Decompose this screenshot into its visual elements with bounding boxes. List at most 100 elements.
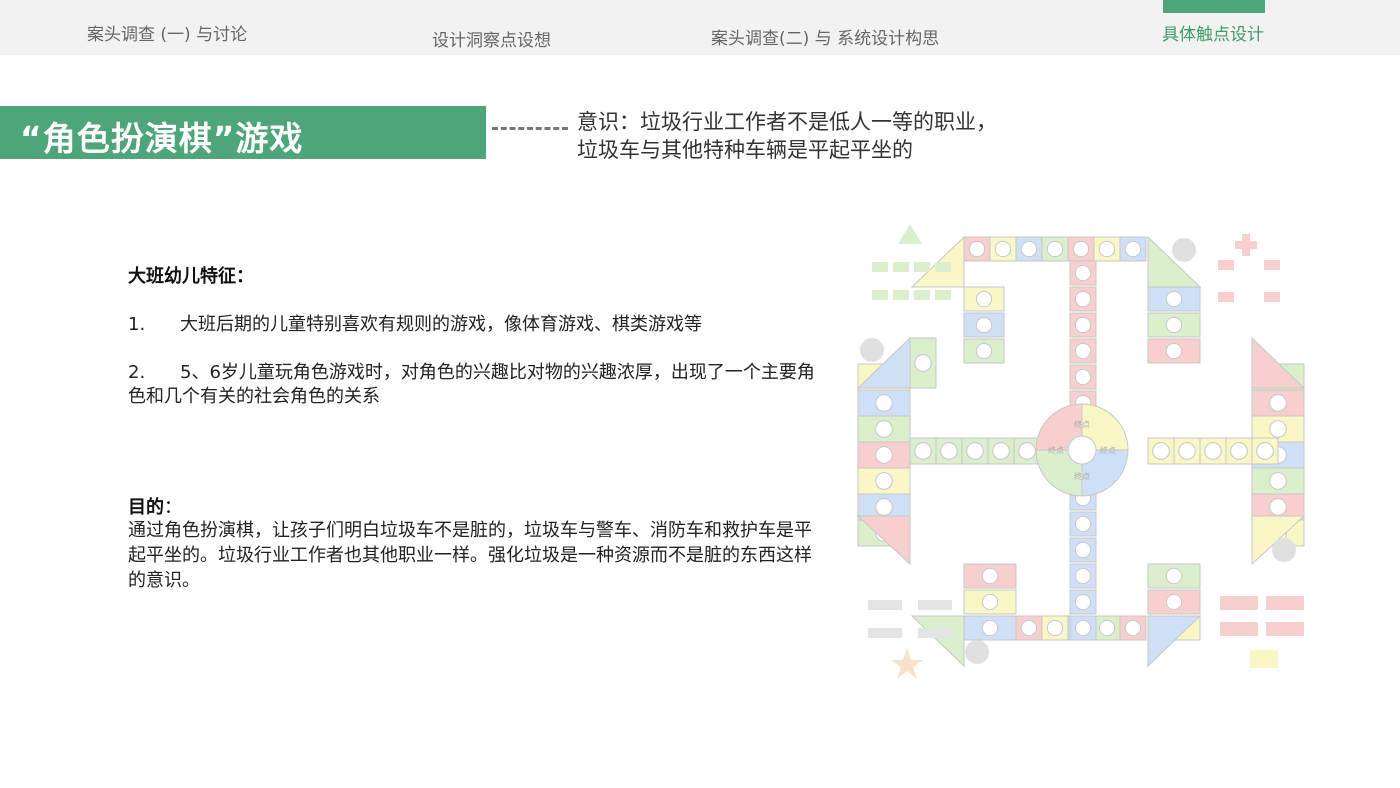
board-cell-dot [1074, 290, 1092, 308]
board-cell-dot [1074, 316, 1092, 334]
board-cell-dot [1074, 368, 1092, 386]
fire-truck-icon [1266, 596, 1304, 610]
board-cell-dot [1124, 240, 1142, 258]
page-title: “角色扮演棋”游戏 [20, 119, 304, 158]
ambulance-icon [1264, 260, 1280, 270]
garbage-truck-icon [872, 290, 888, 300]
goal-heading: 目的： [128, 493, 182, 519]
board-cell-dot [1269, 420, 1287, 438]
board-cell-dot [875, 394, 893, 412]
board-cell-dot [968, 240, 986, 258]
dashed-connector [492, 127, 568, 130]
board-cell-dot [1046, 240, 1064, 258]
awareness-line-2: 垃圾车与其他特种车辆是平起平坐的 [577, 138, 913, 162]
active-nav-indicator [1163, 0, 1265, 13]
arrow-left-icon [1272, 538, 1296, 562]
feature-number: 1. [128, 314, 146, 335]
center-label: 终点 [1074, 471, 1090, 481]
board-cell-dot [875, 446, 893, 464]
board-cell-dot [1165, 342, 1183, 360]
features-heading: 大班幼儿特征： [128, 266, 254, 287]
board-cell-dot [1269, 394, 1287, 412]
board-cell-dot [1074, 541, 1092, 559]
board-cell-dot [875, 472, 893, 490]
fire-truck-icon [1220, 596, 1258, 610]
fire-truck-icon [1220, 622, 1258, 636]
board-cell-dot [1230, 442, 1248, 460]
board-cell-dot [1074, 619, 1092, 637]
triangle-icon [898, 224, 922, 244]
nav-item-desk-research-2[interactable]: 案头调查(二) 与 系统设计构思 [711, 24, 939, 49]
feature-text: 大班后期的儿童特别喜欢有规则的游戏，像体育游戏、棋类游戏等 [180, 314, 702, 335]
role-play-board-illustration: 终点终点终点终点 [856, 224, 1306, 679]
feature-text: 5、6岁儿童玩角色游戏时，对角色的兴趣比对物的兴趣浓厚，出现了一个主要角色和几个… [128, 362, 815, 407]
board-cell-dot [1165, 567, 1183, 585]
feature-item-1: 1. 大班后期的儿童特别喜欢有规则的游戏，像体育游戏、棋类游戏等 [128, 313, 702, 337]
board-cell-dot [1020, 240, 1038, 258]
corner-triangle [1147, 615, 1202, 668]
board-group: 终点终点终点终点 [856, 224, 1306, 679]
board-cell-dot [1074, 264, 1092, 282]
cross-icon [1235, 241, 1257, 249]
board-cell-dot [975, 316, 993, 334]
star-icon [891, 648, 923, 679]
board-cell-dot [1269, 472, 1287, 490]
board-cell-dot [981, 593, 999, 611]
awareness-line-1: 意识：垃圾行业工作者不是低人一等的职业， [577, 110, 997, 134]
board-cell-dot [975, 342, 993, 360]
nav-item-touchpoint-design[interactable]: 具体触点设计 [1162, 20, 1264, 45]
garbage-truck-icon [935, 262, 951, 272]
police-car-icon [918, 628, 952, 638]
arrow-down-icon [1172, 238, 1196, 262]
arrow-right-icon [860, 338, 884, 362]
center-hub [1067, 435, 1097, 465]
board-cell-dot [914, 354, 932, 372]
center-label: 终点 [1048, 445, 1064, 455]
board-cell-dot [1072, 240, 1090, 258]
board-cell-dot [1124, 619, 1142, 637]
yellow-block-icon [1250, 650, 1278, 668]
board-cell-dot [1098, 619, 1116, 637]
nav-item-design-insight[interactable]: 设计洞察点设想 [432, 26, 551, 51]
corner-triangle [1251, 336, 1306, 389]
board-cell-dot [1098, 240, 1116, 258]
garbage-truck-icon [935, 290, 951, 300]
board-cell-dot [1165, 593, 1183, 611]
goal-heading-colon: ： [164, 497, 182, 518]
title-banner: “角色扮演棋”游戏 [0, 106, 486, 159]
corner-triangle [910, 615, 965, 668]
board-cell-dot [1074, 342, 1092, 360]
board-cell-dot [875, 498, 893, 516]
garbage-truck-icon [914, 262, 930, 272]
board-cell-dot [1074, 593, 1092, 611]
board-cell-dot [966, 442, 984, 460]
board-cell-dot [1178, 442, 1196, 460]
board-cell-dot [981, 567, 999, 585]
board-cell-dot [1256, 442, 1274, 460]
police-car-icon [868, 628, 902, 638]
goal-text: 通过角色扮演棋，让孩子们明白垃圾车不是脏的，垃圾车与警车、消防车和救护车是平起平… [128, 520, 812, 591]
board-cell-dot [1074, 515, 1092, 533]
board-cell-dot [875, 420, 893, 438]
ambulance-icon [1264, 292, 1280, 302]
board-cell-dot [914, 442, 932, 460]
board-cell-dot [975, 290, 993, 308]
board-cell-dot [1152, 442, 1170, 460]
ambulance-icon [1218, 260, 1234, 270]
feature-item-2: 2. 5、6岁儿童玩角色游戏时，对角色的兴趣比对物的兴趣浓厚，出现了一个主要角色和… [128, 361, 818, 409]
board-cell-dot [1165, 290, 1183, 308]
board-cell-dot [940, 442, 958, 460]
center-label: 终点 [1074, 419, 1090, 429]
police-car-icon [918, 600, 952, 610]
garbage-truck-icon [872, 262, 888, 272]
board-cell-dot [994, 240, 1012, 258]
police-car-icon [868, 600, 902, 610]
nav-item-desk-research-1[interactable]: 案头调查 (一) 与讨论 [87, 20, 247, 45]
awareness-statement: 意识：垃圾行业工作者不是低人一等的职业， 垃圾车与其他特种车辆是平起平坐的 [577, 108, 997, 164]
board-cell-dot [1020, 619, 1038, 637]
goal-heading-label: 目的 [128, 497, 164, 518]
board-cell-dot [1165, 316, 1183, 334]
garbage-truck-icon [914, 290, 930, 300]
board-cell-dot [992, 442, 1010, 460]
garbage-truck-icon [893, 262, 909, 272]
